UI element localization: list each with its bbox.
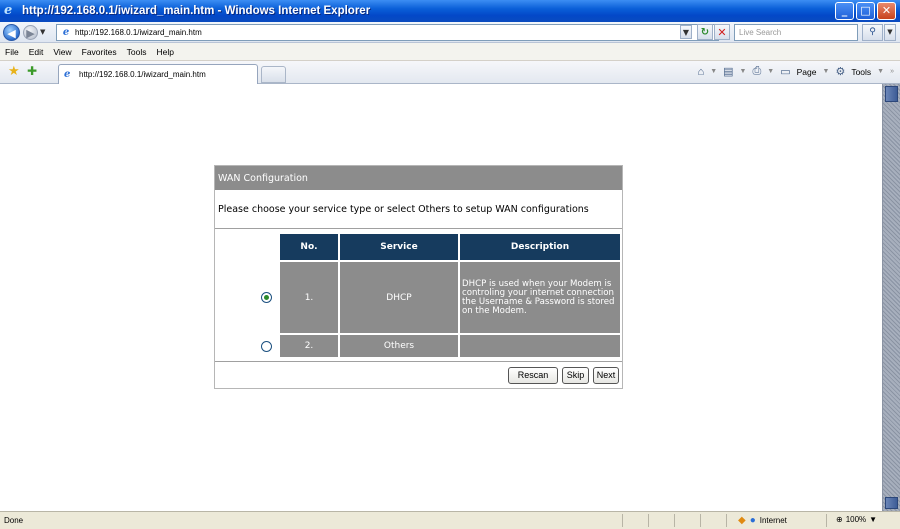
skip-button[interactable]: Skip <box>562 367 589 384</box>
row-no: 2. <box>280 335 338 357</box>
header-spacer <box>217 234 278 260</box>
service-table: No. Service Description 1. DHCP DHCP is … <box>215 232 622 359</box>
history-dropdown-icon[interactable]: ▼ <box>40 28 49 36</box>
address-toolbar: ◀ ▶ ▼ e http://192.168.0.1/iwizard_main.… <box>0 22 900 43</box>
new-tab-button[interactable] <box>261 66 286 83</box>
feeds-icon[interactable]: ▤ <box>723 65 733 78</box>
row-select-cell <box>217 262 278 333</box>
row-description: DHCP is used when your Modem is controli… <box>460 262 620 333</box>
address-url: http://192.168.0.1/iwizard_main.htm <box>75 28 202 37</box>
page-icon: e <box>64 69 71 80</box>
minimize-button[interactable]: _ <box>835 2 854 20</box>
panel-title: WAN Configuration <box>215 166 622 191</box>
search-options-icon[interactable]: ▼ <box>884 24 896 41</box>
zoom-icon: ⊕ <box>836 515 843 524</box>
row-select-cell <box>217 335 278 357</box>
tab-label: http://192.168.0.1/iwizard_main.htm <box>79 70 206 79</box>
status-divider <box>700 514 701 527</box>
print-icon[interactable]: ⎙ <box>752 65 761 78</box>
refresh-icon[interactable]: ↻ <box>697 24 713 40</box>
status-bar: Done ◆ ● Internet ⊕ 100% ▼ <box>0 511 900 529</box>
status-divider <box>674 514 675 527</box>
tools-gear-icon: ⚙ <box>835 66 846 78</box>
zoom-dropdown-icon[interactable]: ▼ <box>869 515 877 524</box>
protected-mode-icon: ◆ <box>738 515 746 526</box>
panel-footer: Rescan Skip Next <box>215 361 622 388</box>
search-input[interactable]: Live Search <box>734 24 858 41</box>
zoom-level: 100% <box>845 515 867 524</box>
page-content: WAN Configuration Please choose your ser… <box>0 84 882 511</box>
table-header-row: No. Service Description <box>217 234 620 260</box>
menu-edit[interactable]: Edit <box>29 47 44 57</box>
column-header-description: Description <box>460 234 620 260</box>
tools-menu-button[interactable]: Tools <box>851 67 871 77</box>
tab-current[interactable]: e http://192.168.0.1/iwizard_main.htm <box>58 64 258 84</box>
page-icon: e <box>62 26 70 38</box>
status-divider <box>648 514 649 527</box>
window-title-bar[interactable]: e http://192.168.0.1/iwizard_main.htm - … <box>0 0 900 22</box>
security-zone[interactable]: ◆ ● Internet <box>738 515 787 526</box>
service-radio-dhcp[interactable] <box>261 292 272 303</box>
menu-view[interactable]: View <box>53 47 71 57</box>
rescan-button[interactable]: Rescan <box>508 367 558 384</box>
home-dropdown-icon[interactable]: ▼ <box>710 68 717 75</box>
address-dropdown-icon[interactable]: ▼ <box>680 25 692 39</box>
favorites-star-icon[interactable]: ★ <box>8 65 20 78</box>
menu-favorites[interactable]: Favorites <box>82 47 117 57</box>
panel-description: Please choose your service type or selec… <box>215 191 622 253</box>
column-header-no: No. <box>280 234 338 260</box>
table-row: 2. Others <box>217 335 620 357</box>
menu-help[interactable]: Help <box>156 47 173 57</box>
status-divider <box>726 514 727 527</box>
window-controls: _ □ ✕ <box>835 2 896 20</box>
menu-file[interactable]: File <box>5 47 19 57</box>
page-menu-icon: ▭ <box>780 66 791 78</box>
tab-bar: ★ ✚ e http://192.168.0.1/iwizard_main.ht… <box>0 61 900 84</box>
print-dropdown-icon[interactable]: ▼ <box>767 68 774 75</box>
service-radio-others[interactable] <box>261 340 272 352</box>
column-header-service: Service <box>340 234 458 260</box>
maximize-button[interactable]: □ <box>856 2 875 20</box>
status-divider <box>826 514 827 527</box>
menu-tools[interactable]: Tools <box>127 47 147 57</box>
next-button[interactable]: Next <box>593 367 619 384</box>
row-service: DHCP <box>340 262 458 333</box>
address-input[interactable]: e http://192.168.0.1/iwizard_main.htm <box>56 24 719 41</box>
window-title: http://192.168.0.1/iwizard_main.htm - Wi… <box>22 5 371 17</box>
stop-icon[interactable]: ✕ <box>714 24 730 40</box>
feeds-dropdown-icon[interactable]: ▼ <box>740 68 747 75</box>
menu-bar: File Edit View Favorites Tools Help <box>0 43 900 61</box>
search-icon[interactable]: ⚲ <box>862 24 883 41</box>
row-description <box>460 335 620 357</box>
row-no: 1. <box>280 262 338 333</box>
wan-config-panel: WAN Configuration Please choose your ser… <box>214 165 623 389</box>
page-dropdown-icon[interactable]: ▼ <box>823 68 830 75</box>
forward-arrow-icon[interactable]: ▶ <box>23 24 38 40</box>
zoom-control[interactable]: ⊕ 100% ▼ <box>836 515 877 524</box>
ie-logo-icon: e <box>4 3 13 18</box>
table-row: 1. DHCP DHCP is used when your Modem is … <box>217 262 620 333</box>
status-divider <box>622 514 623 527</box>
scroll-down-button[interactable] <box>885 497 898 509</box>
command-bar: ⌂ ▼ ▤ ▼ ⎙ ▼ ▭ Page ▼ ⚙ Tools ▼ » <box>698 65 894 78</box>
close-button[interactable]: ✕ <box>877 2 896 20</box>
globe-icon: ● <box>749 515 756 526</box>
back-arrow-icon[interactable]: ◀ <box>3 23 20 41</box>
row-service: Others <box>340 335 458 357</box>
scroll-up-button[interactable] <box>885 86 898 102</box>
vertical-scrollbar[interactable] <box>882 84 900 511</box>
tools-dropdown-icon[interactable]: ▼ <box>877 68 884 75</box>
chevron-more-icon[interactable]: » <box>890 68 894 75</box>
add-favorites-icon[interactable]: ✚ <box>27 65 37 78</box>
status-text: Done <box>4 516 24 525</box>
page-menu-button[interactable]: Page <box>797 67 817 77</box>
zone-label: Internet <box>759 516 787 525</box>
home-icon[interactable]: ⌂ <box>698 66 705 78</box>
